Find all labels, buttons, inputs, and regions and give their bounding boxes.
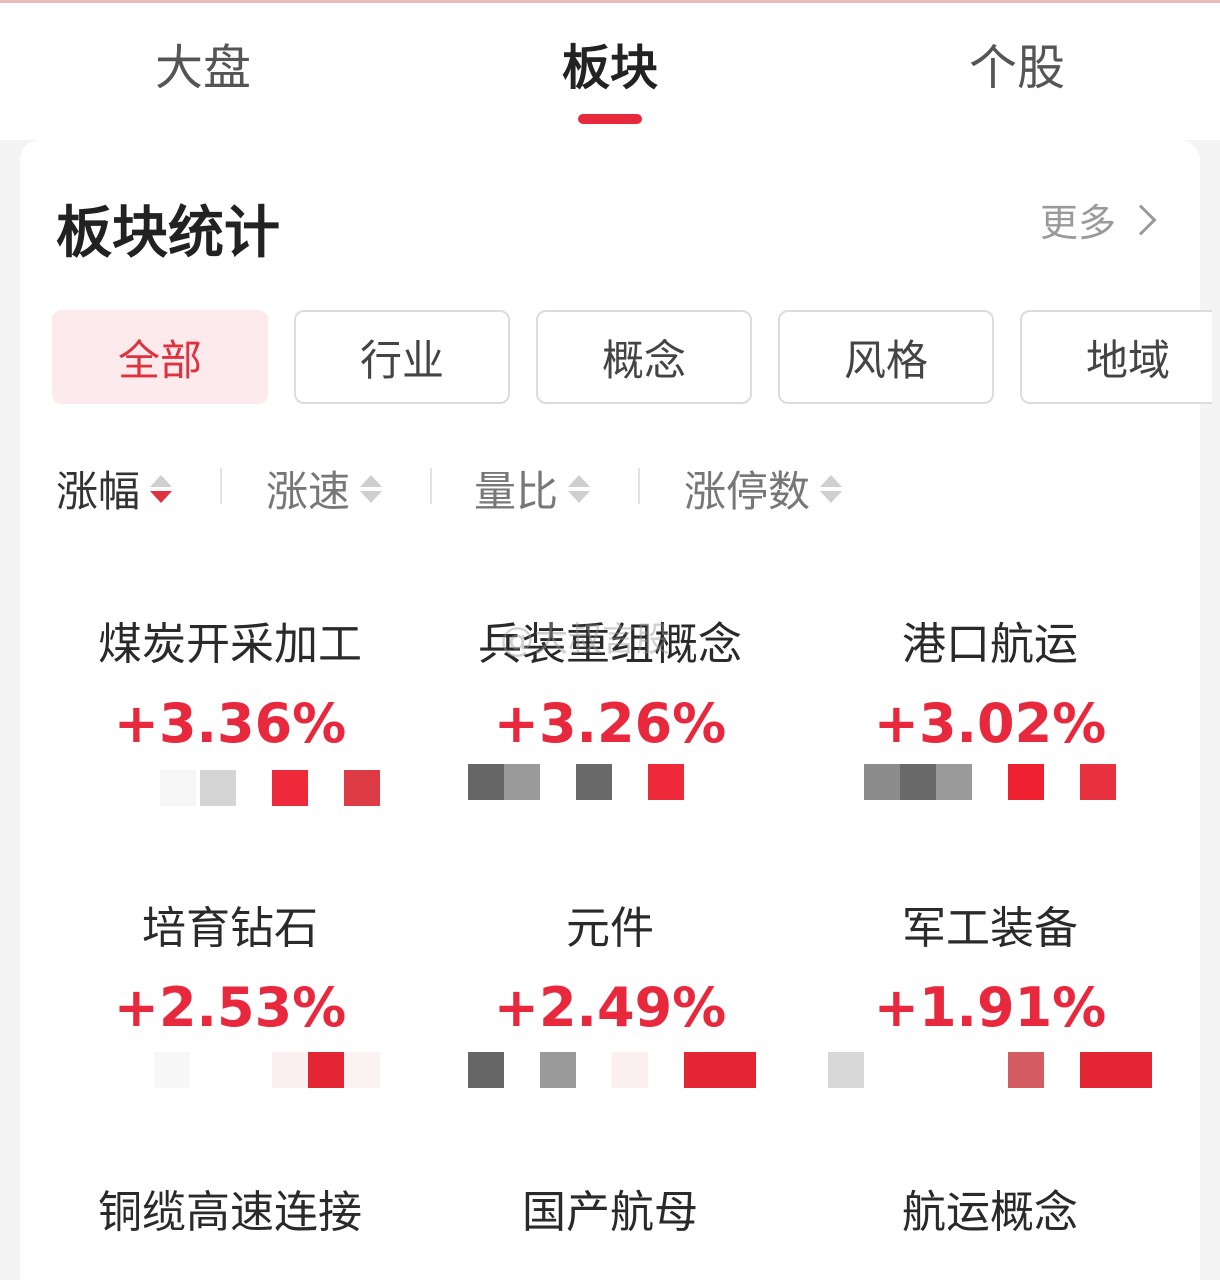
sort-limit-up-count[interactable]: 涨停数: [684, 458, 843, 519]
tab-sectors[interactable]: 板块: [562, 28, 658, 98]
sector-name: 煤炭开采加工: [98, 619, 362, 670]
filter-all[interactable]: 全部: [52, 310, 268, 404]
sector-card[interactable]: 军工装备 +1.91%: [820, 892, 1160, 1088]
sector-card[interactable]: 航运概念: [820, 1176, 1160, 1240]
sort-speed[interactable]: 涨速: [266, 458, 383, 519]
divider: [638, 468, 640, 504]
sort-volume-ratio-label: 量比: [474, 467, 559, 516]
sort-arrows-icon: [360, 474, 383, 503]
more-label: 更多: [1039, 201, 1116, 245]
sector-name: 港口航运: [902, 619, 1078, 670]
sort-arrows-icon: [820, 474, 843, 503]
sort-arrows-icon: [568, 474, 591, 503]
filter-region[interactable]: 地域: [1020, 310, 1212, 404]
sort-change-label: 涨幅: [56, 467, 141, 516]
sector-name: 铜缆高速连接: [98, 1187, 362, 1238]
sector-name: 航运概念: [902, 1187, 1078, 1238]
sector-name: 军工装备: [902, 903, 1078, 954]
section-title: 板块统计: [56, 201, 280, 266]
stock-bars: [440, 1052, 780, 1088]
sector-change: +1.91%: [873, 976, 1107, 1039]
sector-name: 兵装重组概念: [478, 619, 742, 670]
sector-name: 国产航母: [522, 1187, 698, 1238]
sort-speed-label: 涨速: [266, 467, 351, 516]
stock-bars: [820, 1052, 1160, 1088]
more-link[interactable]: 更多: [1040, 192, 1160, 247]
sector-change: +3.36%: [113, 692, 347, 755]
filter-style[interactable]: 风格: [778, 310, 994, 404]
sort-volume-ratio[interactable]: 量比: [474, 458, 591, 519]
sector-name: 元件: [566, 903, 654, 954]
tab-stocks[interactable]: 个股: [969, 28, 1065, 98]
stock-bars: [440, 764, 780, 800]
sector-stats-card: 板块统计 更多 全部 行业 概念 风格 地域 涨幅 涨速 量比 涨停数 煤炭开采…: [20, 140, 1212, 1280]
stock-bars: [60, 770, 400, 806]
divider: [220, 468, 222, 504]
top-divider: [0, 0, 1220, 3]
sort-change[interactable]: 涨幅: [56, 458, 173, 519]
sector-card[interactable]: 港口航运 +3.02%: [820, 608, 1160, 800]
tab-market[interactable]: 大盘: [155, 28, 251, 98]
sector-card[interactable]: 国产航母: [440, 1176, 780, 1240]
sector-card[interactable]: 培育钻石 +2.53%: [60, 892, 400, 1088]
sector-card[interactable]: 铜缆高速连接: [60, 1176, 400, 1240]
filter-industry[interactable]: 行业: [294, 310, 510, 404]
sort-limit-up-label: 涨停数: [684, 467, 811, 516]
sector-name: 培育钻石: [142, 903, 318, 954]
stock-bars: [820, 764, 1160, 800]
stock-bars: [60, 1052, 400, 1088]
sector-change: +3.26%: [493, 692, 727, 755]
active-tab-indicator: [578, 114, 642, 124]
sector-card[interactable]: 元件 +2.49%: [440, 892, 780, 1088]
divider: [430, 468, 432, 504]
top-tab-bar: 大盘 板块 个股: [0, 0, 1220, 140]
sector-change: +3.02%: [873, 692, 1107, 755]
sector-card[interactable]: 煤炭开采加工 +3.36%: [60, 608, 400, 806]
sort-arrows-icon: [150, 474, 173, 503]
sector-change: +2.53%: [113, 976, 347, 1039]
chevron-right-icon: [1125, 203, 1157, 236]
sector-card[interactable]: 兵装重组概念 +3.26%: [440, 608, 780, 800]
sector-change: +2.49%: [493, 976, 727, 1039]
sort-bar: 涨幅 涨速 量比 涨停数: [56, 458, 1156, 518]
filter-chip-row: 全部 行业 概念 风格 地域: [52, 310, 1212, 406]
filter-concept[interactable]: 概念: [536, 310, 752, 404]
